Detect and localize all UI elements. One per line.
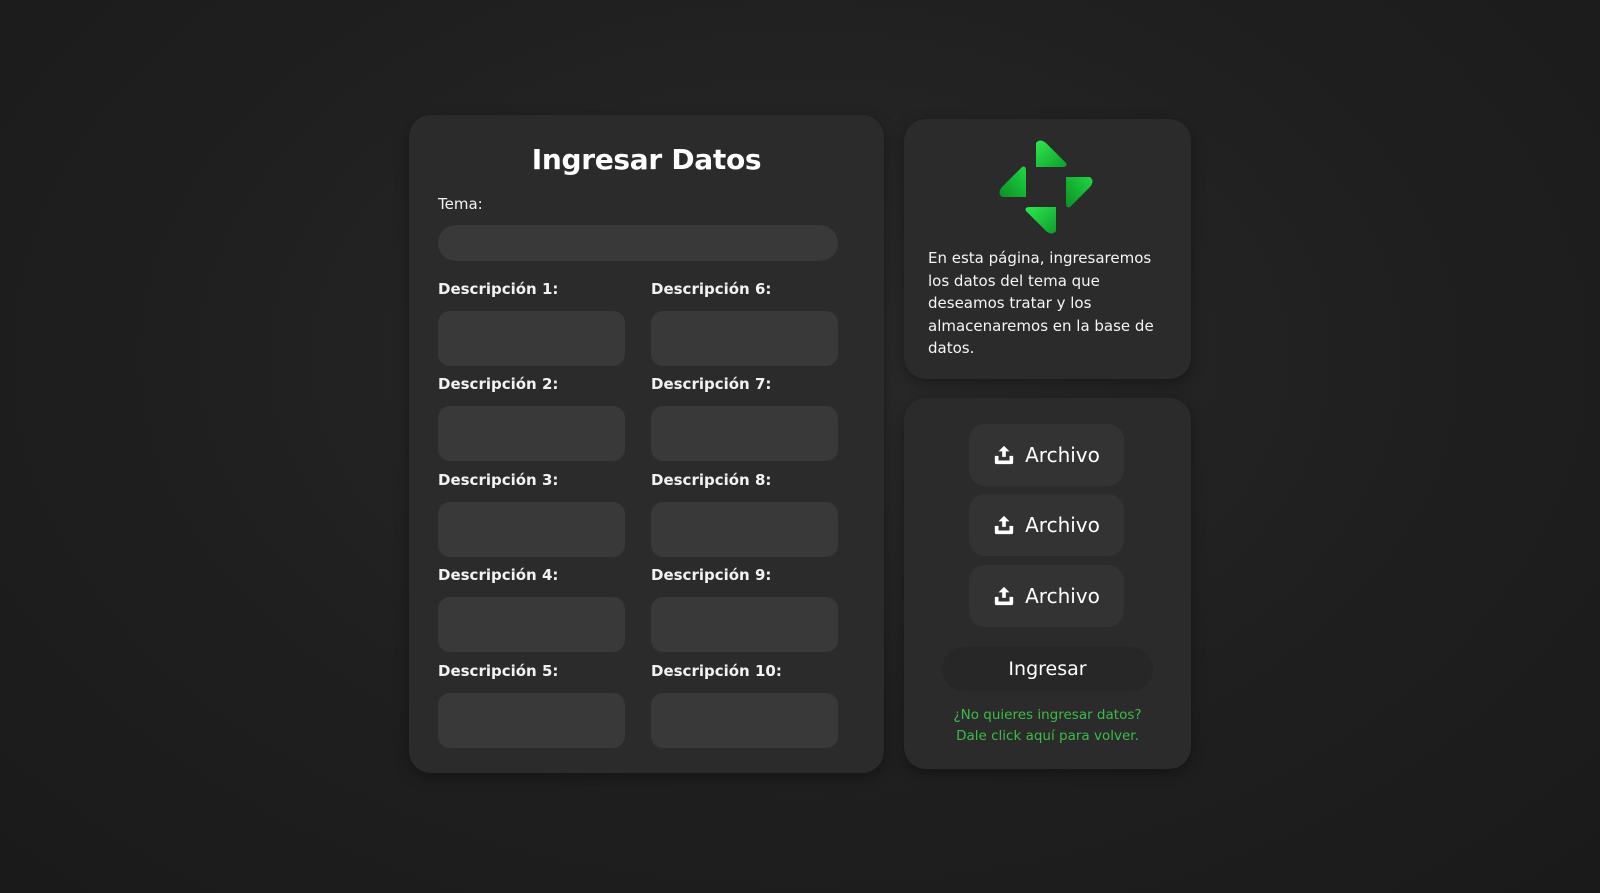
description-9-input[interactable] (651, 597, 838, 652)
description-2-label: Descripción 2: (438, 375, 559, 393)
description-4-input[interactable] (438, 597, 625, 652)
description-5-input[interactable] (438, 693, 625, 748)
description-4-label: Descripción 4: (438, 566, 559, 584)
back-link-line1: ¿No quieres ingresar datos? (953, 707, 1142, 723)
description-1-input[interactable] (438, 311, 625, 366)
description-10-label: Descripción 10: (651, 662, 782, 680)
info-card: En esta página, ingresaremos los datos d… (904, 119, 1191, 379)
file-upload-button-3[interactable]: Archivo (969, 565, 1124, 627)
file-upload-button-2[interactable]: Archivo (969, 494, 1124, 556)
submit-button[interactable]: Ingresar (942, 647, 1153, 691)
info-description: En esta página, ingresaremos los datos d… (928, 249, 1154, 357)
data-entry-form: Ingresar Datos Tema: Descripción 1: Desc… (409, 115, 884, 773)
tema-input[interactable] (438, 225, 838, 261)
description-8-label: Descripción 8: (651, 471, 772, 489)
description-8-input[interactable] (651, 502, 838, 557)
file-upload-button-1[interactable]: Archivo (969, 424, 1124, 486)
description-10-input[interactable] (651, 693, 838, 748)
description-3-input[interactable] (438, 502, 625, 557)
green-diamond-arrows-logo-icon (999, 140, 1093, 234)
back-link[interactable]: ¿No quieres ingresar datos? Dale click a… (904, 705, 1191, 747)
description-9-label: Descripción 9: (651, 566, 772, 584)
description-7-label: Descripción 7: (651, 375, 772, 393)
action-card: Archivo Archivo Archivo Ingresar ¿No qui… (904, 398, 1191, 769)
upload-icon (994, 586, 1014, 606)
upload-icon (994, 515, 1014, 535)
tema-label: Tema: (438, 195, 483, 213)
description-3-label: Descripción 3: (438, 471, 559, 489)
description-6-label: Descripción 6: (651, 280, 772, 298)
description-1-label: Descripción 1: (438, 280, 559, 298)
file-upload-label: Archivo (1025, 513, 1100, 537)
form-title: Ingresar Datos (531, 143, 762, 176)
description-7-input[interactable] (651, 406, 838, 461)
description-6-input[interactable] (651, 311, 838, 366)
file-upload-label: Archivo (1025, 584, 1100, 608)
description-5-label: Descripción 5: (438, 662, 559, 680)
description-2-input[interactable] (438, 406, 625, 461)
back-link-line2: Dale click aquí para volver. (956, 728, 1139, 744)
upload-icon (994, 445, 1014, 465)
file-upload-label: Archivo (1025, 443, 1100, 467)
